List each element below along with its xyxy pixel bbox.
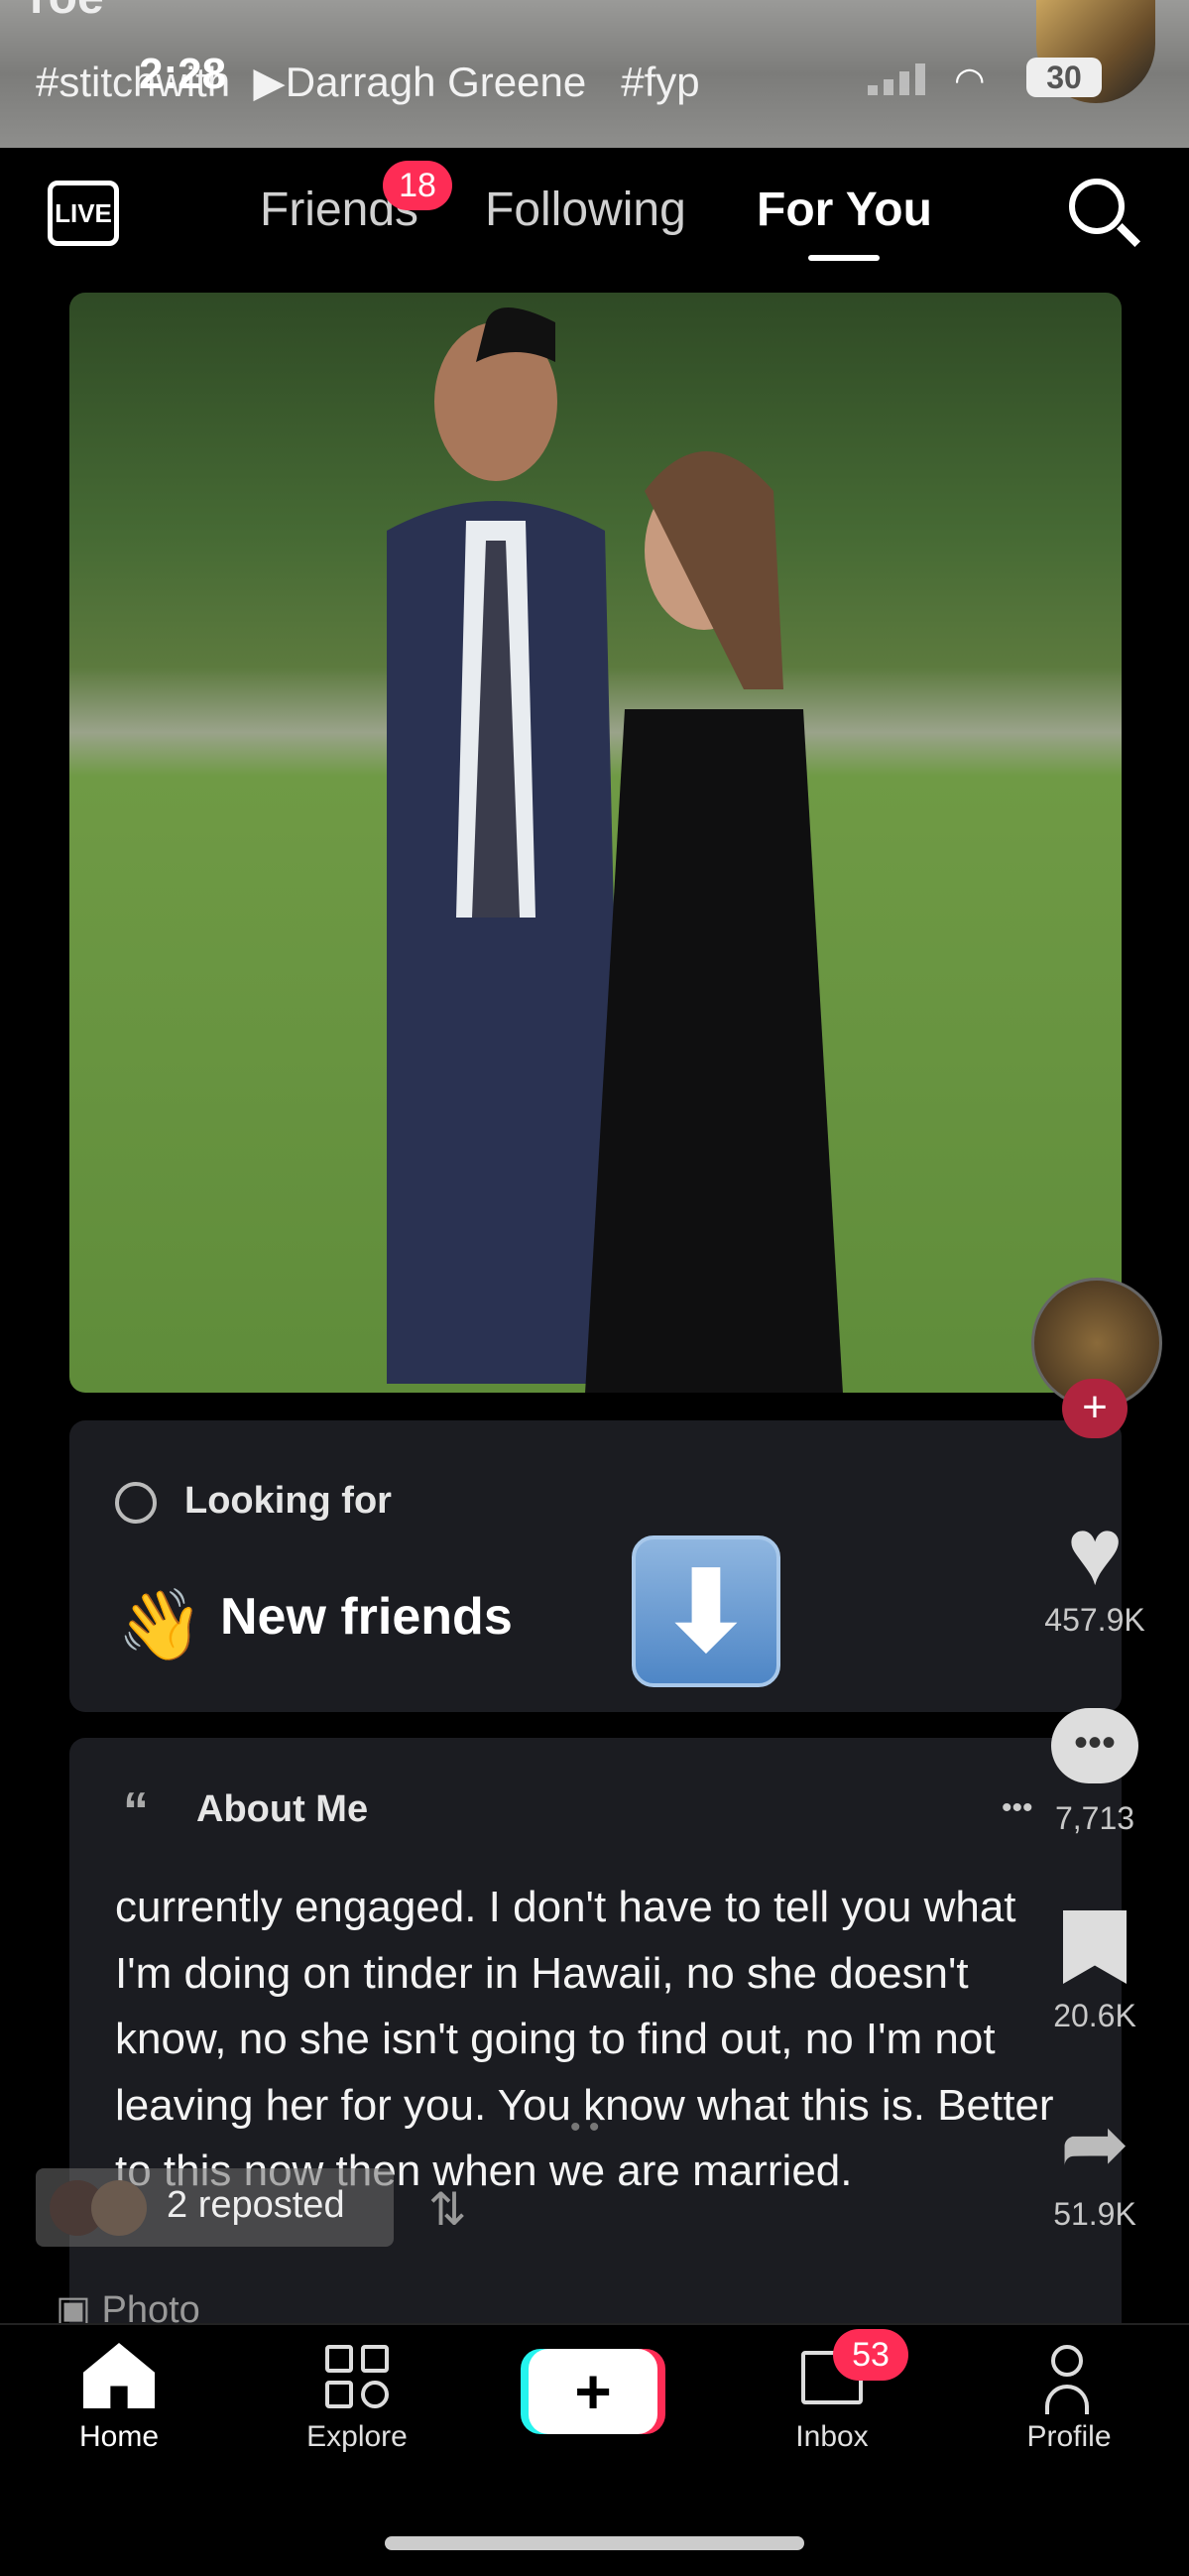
share-count: 51.9K (1053, 2196, 1136, 2232)
quote-icon: “ (123, 1782, 149, 1840)
nav-home[interactable]: Home (20, 2420, 218, 2454)
nav-inbox[interactable]: Inbox (733, 2420, 931, 2454)
like-count: 457.9K (1044, 1602, 1145, 1638)
tab-for-you[interactable]: For You (757, 183, 932, 237)
comment-count: 7,713 (1054, 1800, 1135, 1836)
couple-figure (387, 307, 843, 1393)
wifi-icon: ◠ (954, 60, 986, 100)
hashtag-fyp[interactable]: #fyp (621, 59, 699, 105)
down-arrow-icon: ⬇ (632, 1535, 780, 1687)
repost-pill[interactable]: 2 reposted (36, 2168, 394, 2247)
bookmark-count: 20.6K (1053, 1998, 1136, 2033)
caption[interactable]: #stitchwith ▶Darragh Greene #fyp (36, 58, 700, 106)
home-indicator[interactable] (385, 2536, 804, 2550)
create-button[interactable]: + (529, 2349, 657, 2434)
comment-icon[interactable]: ••• (1051, 1708, 1138, 1783)
about-text: currently engaged. I don't have to tell … (115, 1883, 1054, 2195)
share-icon[interactable]: ➦ (1020, 2095, 1169, 2192)
play-icon: ▶ (253, 59, 286, 105)
tab-following[interactable]: Following (485, 183, 686, 237)
post-photo[interactable] (69, 293, 1122, 1393)
reposter-avatar (91, 2180, 147, 2236)
looking-for-value: New friends (220, 1588, 513, 1646)
partial-text: roe (30, 0, 104, 25)
follow-plus-button[interactable]: + (1062, 1379, 1128, 1438)
profile-icon[interactable] (1051, 2345, 1083, 2377)
friends-badge: 18 (383, 161, 452, 210)
active-tab-indicator (808, 255, 880, 261)
explore-icon[interactable] (325, 2345, 389, 2408)
battery-indicator: 30 (1026, 58, 1102, 97)
live-button[interactable]: LIVE (48, 181, 119, 246)
nav-explore[interactable]: Explore (258, 2420, 456, 2454)
status-time: 2:28 (139, 50, 227, 98)
looking-for-label: Looking for (184, 1480, 392, 1522)
repost-icon[interactable]: ⇅ (428, 2182, 467, 2236)
video-caption-overlay: roe #stitchwith ▶Darragh Greene #fyp 2:2… (0, 0, 1189, 148)
about-title: About Me (196, 1788, 369, 1830)
heart-icon[interactable]: ♥ (1020, 1498, 1169, 1607)
inbox-badge: 53 (833, 2329, 908, 2381)
repost-label: 2 reposted (167, 2184, 345, 2226)
page-dots: • • (570, 2111, 600, 2144)
search-icon[interactable] (1069, 179, 1125, 234)
search-icon-small (115, 1482, 157, 1524)
signal-icon (868, 63, 929, 95)
waving-hand-icon: 👋 (117, 1586, 204, 1663)
caption-user[interactable]: Darragh Greene (286, 59, 587, 105)
nav-profile[interactable]: Profile (970, 2420, 1168, 2454)
looking-for-card (69, 1420, 1122, 1712)
